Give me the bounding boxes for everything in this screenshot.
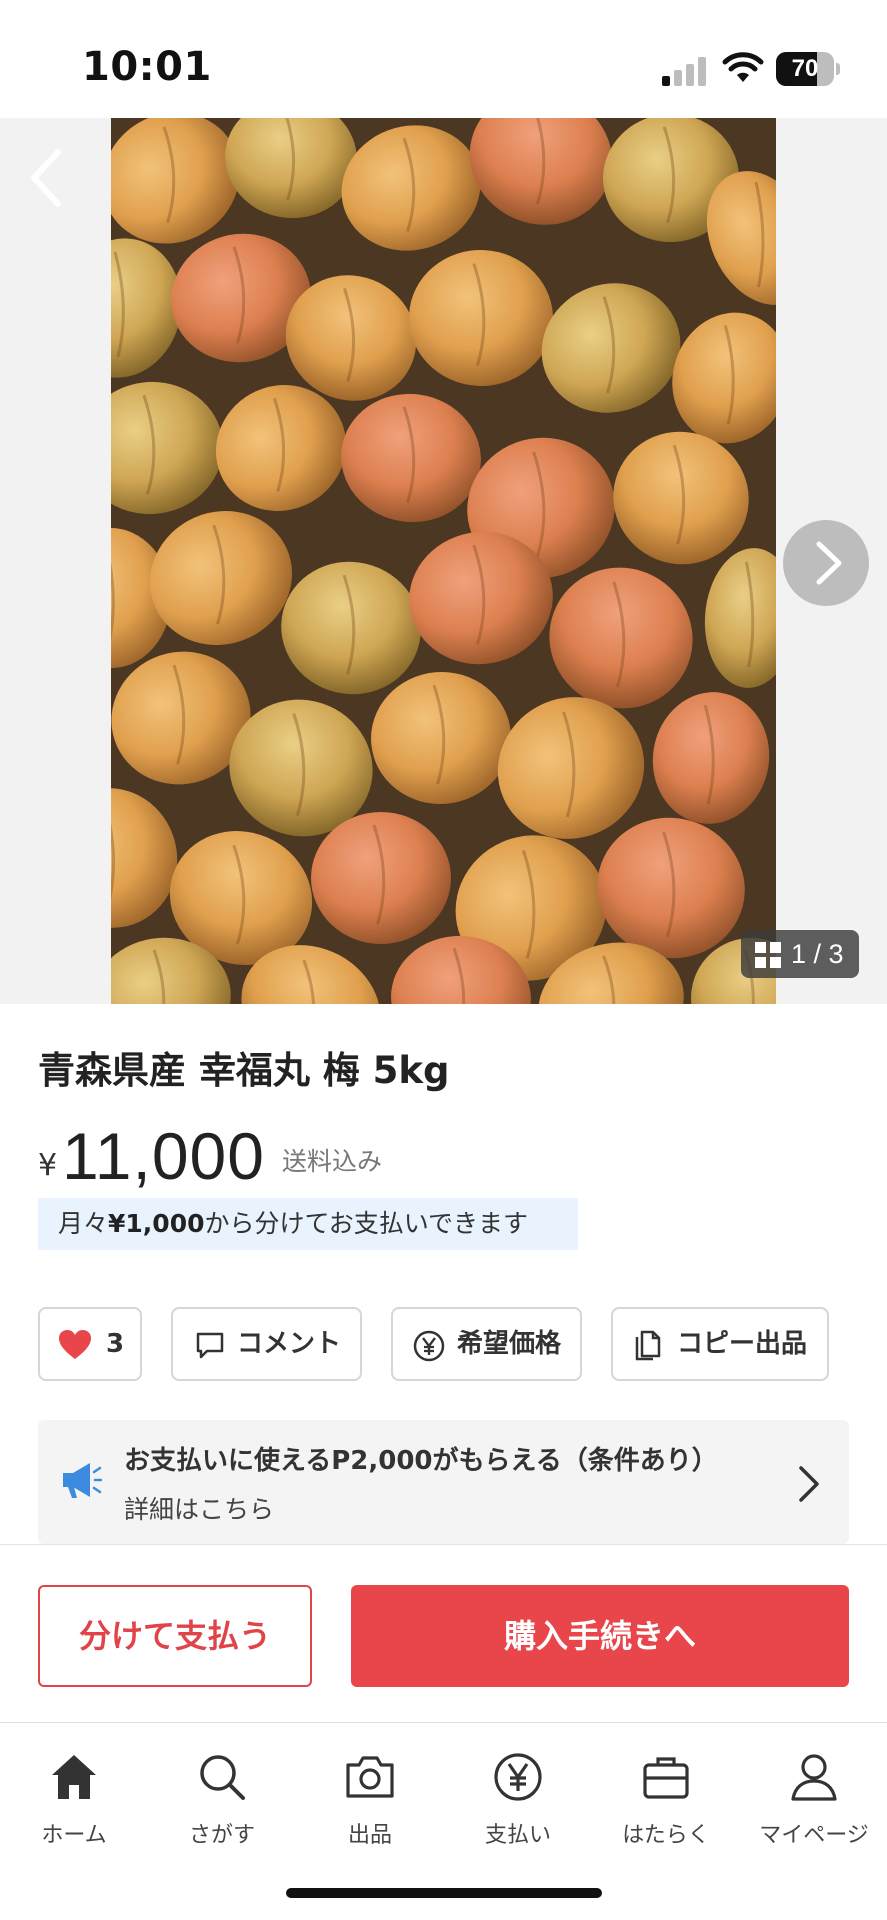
home-indicator bbox=[286, 1888, 602, 1898]
offer-price-label: 希望価格 bbox=[457, 1329, 562, 1359]
comment-icon bbox=[196, 1332, 224, 1359]
campaign-banner[interactable]: お支払いに使えるP2,000がもらえる（条件あり） 詳細はこちら bbox=[38, 1420, 849, 1544]
product-photo[interactable] bbox=[111, 118, 776, 1004]
nav-label-payment: 支払い bbox=[484, 1823, 551, 1848]
yen-icon bbox=[494, 1753, 542, 1801]
chevron-right-icon bbox=[799, 1466, 819, 1502]
home-icon bbox=[52, 1755, 96, 1799]
nav-mypage[interactable]: マイページ bbox=[740, 1741, 887, 1851]
nav-search[interactable]: さがす bbox=[148, 1741, 296, 1851]
campaign-text: お支払いに使えるP2,000がもらえる（条件あり） bbox=[124, 1446, 718, 1476]
nav-label-search: さがす bbox=[188, 1823, 255, 1848]
image-gallery[interactable]: 1 / 3 bbox=[0, 118, 887, 1004]
nav-work[interactable]: はたらく bbox=[592, 1741, 740, 1851]
battery-indicator: 70 bbox=[776, 52, 840, 86]
copy-listing-button[interactable]: コピー出品 bbox=[611, 1307, 829, 1381]
camera-icon bbox=[346, 1756, 394, 1798]
yen-circle-icon bbox=[413, 1330, 445, 1362]
comment-label: コメント bbox=[237, 1329, 342, 1359]
purchase-bar: 分けて支払う 購入手続きへ bbox=[0, 1544, 887, 1724]
installment-suffix: から分けてお支払いできます bbox=[204, 1209, 529, 1238]
megaphone-icon bbox=[63, 1463, 102, 1498]
chevron-right-icon bbox=[816, 541, 842, 585]
shipping-note: 送料込み bbox=[282, 1147, 383, 1176]
nav-label-work: はたらく bbox=[622, 1823, 710, 1848]
status-bar: 10:01 70 bbox=[0, 0, 887, 118]
heart-icon bbox=[59, 1330, 91, 1359]
like-count: 3 bbox=[106, 1329, 125, 1359]
cellular-signal-icon bbox=[662, 57, 706, 86]
apricot-fruit bbox=[311, 812, 451, 944]
wifi-icon bbox=[722, 52, 764, 82]
nav-home[interactable]: ホーム bbox=[0, 1741, 148, 1851]
image-counter-text: 1 / 3 bbox=[791, 939, 844, 969]
installment-amount: ¥1,000 bbox=[108, 1209, 205, 1238]
offer-price-button[interactable]: 希望価格 bbox=[391, 1307, 582, 1381]
item-price: 11,000 bbox=[62, 1119, 265, 1193]
nav-payment[interactable]: 支払い bbox=[444, 1741, 592, 1851]
search-icon bbox=[200, 1755, 245, 1800]
currency-symbol: ¥ bbox=[38, 1148, 58, 1183]
nav-label-sell: 出品 bbox=[347, 1823, 392, 1848]
briefcase-icon bbox=[643, 1757, 689, 1799]
campaign-details-link[interactable]: 詳細はこちら bbox=[124, 1490, 274, 1526]
split-payment-button[interactable]: 分けて支払う bbox=[38, 1585, 312, 1687]
price-row: ¥ 11,000 送料込み bbox=[38, 1118, 838, 1198]
next-image-button[interactable] bbox=[783, 520, 869, 606]
person-icon bbox=[791, 1754, 837, 1801]
grid-icon bbox=[755, 942, 781, 968]
nav-sell[interactable]: 出品 bbox=[296, 1741, 444, 1851]
copy-listing-label: コピー出品 bbox=[677, 1329, 808, 1359]
nav-label-home: ホーム bbox=[41, 1823, 107, 1848]
status-time: 10:01 bbox=[82, 44, 212, 90]
copy-document-icon bbox=[635, 1330, 661, 1361]
installment-note: 月々¥1,000から分けてお支払いできます bbox=[38, 1198, 578, 1250]
comment-button[interactable]: コメント bbox=[171, 1307, 362, 1381]
purchase-button[interactable]: 購入手続きへ bbox=[351, 1585, 849, 1687]
back-chevron-icon[interactable] bbox=[22, 144, 74, 212]
battery-icon: 70 bbox=[776, 52, 834, 86]
item-title: 青森県産 幸福丸 梅 5kg bbox=[38, 1049, 450, 1092]
battery-percent: 70 bbox=[791, 55, 819, 82]
like-button[interactable]: 3 bbox=[38, 1307, 142, 1381]
nav-label-mypage: マイページ bbox=[759, 1823, 869, 1848]
image-counter[interactable]: 1 / 3 bbox=[741, 930, 859, 978]
installment-prefix: 月々 bbox=[58, 1209, 109, 1238]
battery-nub bbox=[836, 63, 840, 75]
